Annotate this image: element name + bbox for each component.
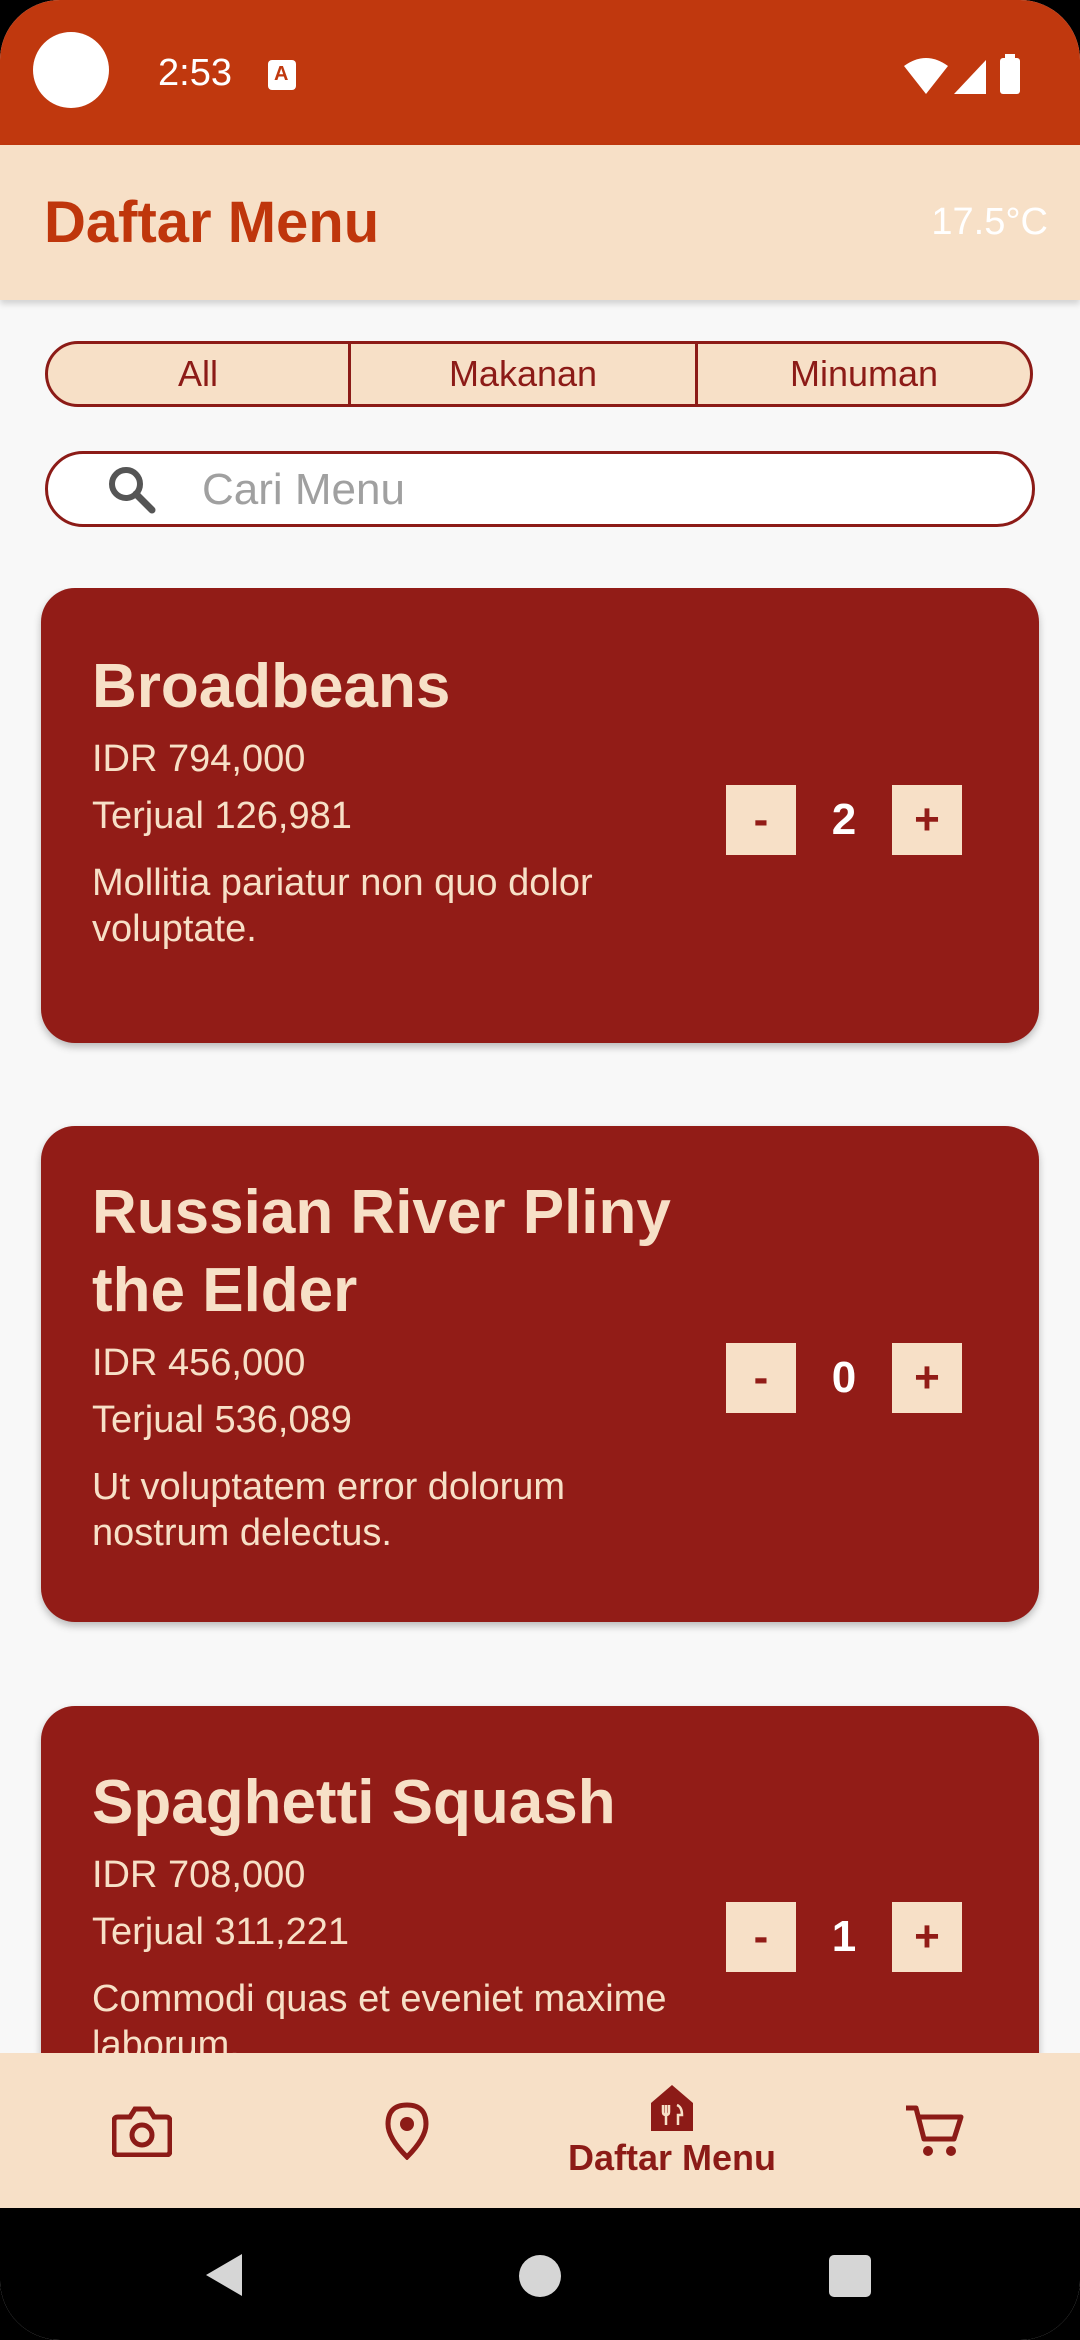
signal-icon (954, 60, 986, 94)
item-description: Ut voluptatem error dolorum nostrum dele… (92, 1466, 566, 1554)
quantity-stepper: - 0 + (726, 1343, 962, 1413)
battery-icon (1000, 58, 1020, 94)
search-bar (45, 451, 1035, 527)
camera-cutout (33, 32, 109, 108)
bottom-nav: Daftar Menu (0, 2053, 1080, 2208)
search-input[interactable] (200, 462, 1004, 518)
menu-list: Broadbeans IDR 794,000 Terjual 126,981 M… (0, 588, 1080, 2053)
increase-button[interactable]: + (892, 1902, 962, 1972)
item-description: Commodi quas et eveniet maxime laborum. (92, 1978, 667, 2053)
status-bar: 2:53 A (0, 0, 1080, 145)
menu-card-body: Russian River Pliny the Elder IDR 456,00… (92, 1174, 692, 1556)
filter-tabs: All Makanan Minuman (45, 341, 1033, 407)
restaurant-icon (651, 2084, 693, 2131)
location-pin-icon (385, 2101, 429, 2160)
nav-label: Daftar Menu (567, 2136, 777, 2178)
page-title: Daftar Menu (44, 190, 380, 255)
status-icons (904, 54, 1020, 94)
status-time: 2:53 (158, 52, 232, 94)
home-icon[interactable] (518, 2254, 562, 2298)
decrease-button[interactable]: - (726, 1902, 796, 1972)
tab-makanan[interactable]: Makanan (351, 344, 698, 404)
notification-glyph: A (274, 63, 289, 85)
quantity-value: 0 (831, 1353, 857, 1402)
temperature-label: 17.5°C (931, 201, 1048, 243)
item-name: Russian River Pliny the Elder (92, 1178, 671, 1325)
cart-icon (906, 2105, 964, 2156)
system-nav-bar (0, 2208, 1080, 2340)
recents-icon[interactable] (828, 2254, 872, 2298)
notification-icon: A (268, 60, 296, 90)
item-name: Spaghetti Squash (92, 1768, 616, 1837)
app-screen: 2:53 A Daftar Menu 17.5°C All Makanan Mi… (0, 0, 1080, 2340)
decrease-button[interactable]: - (726, 785, 796, 855)
menu-card: Broadbeans IDR 794,000 Terjual 126,981 M… (41, 588, 1039, 1043)
quantity-stepper: - 1 + (726, 1902, 962, 1972)
quantity-value: 2 (831, 795, 857, 844)
menu-card-body: Spaghetti Squash IDR 708,000 Terjual 311… (92, 1764, 692, 2053)
item-description: Mollitia pariatur non quo dolor voluptat… (92, 862, 593, 950)
back-icon[interactable] (202, 2252, 246, 2298)
increase-button[interactable]: + (892, 1343, 962, 1413)
nav-item-cart[interactable] (885, 2053, 985, 2208)
item-price: IDR 708,000 (92, 1854, 306, 1896)
decrease-button[interactable]: - (726, 1343, 796, 1413)
item-sold-count: Terjual 536,089 (92, 1399, 352, 1441)
menu-card: Spaghetti Squash IDR 708,000 Terjual 311… (41, 1706, 1039, 2053)
increase-button[interactable]: + (892, 785, 962, 855)
tab-minuman[interactable]: Minuman (698, 344, 1030, 404)
nav-item-camera[interactable] (92, 2053, 192, 2208)
app-bar: Daftar Menu 17.5°C (0, 145, 1080, 300)
wifi-icon (904, 58, 948, 94)
item-sold-count: Terjual 311,221 (92, 1911, 350, 1953)
tab-all[interactable]: All (48, 344, 351, 404)
item-sold-count: Terjual 126,981 (92, 795, 352, 837)
search-icon (109, 467, 156, 514)
item-price: IDR 794,000 (92, 738, 306, 780)
nav-item-location[interactable] (357, 2053, 457, 2208)
quantity-value: 1 (831, 1912, 857, 1961)
camera-icon (112, 2106, 172, 2157)
quantity-stepper: - 2 + (726, 785, 962, 855)
item-name: Broadbeans (92, 652, 451, 721)
menu-card-body: Broadbeans IDR 794,000 Terjual 126,981 M… (92, 648, 692, 952)
menu-card: Russian River Pliny the Elder IDR 456,00… (41, 1126, 1039, 1622)
nav-item-daftar-menu[interactable]: Daftar Menu (550, 2053, 794, 2208)
item-price: IDR 456,000 (92, 1342, 306, 1384)
